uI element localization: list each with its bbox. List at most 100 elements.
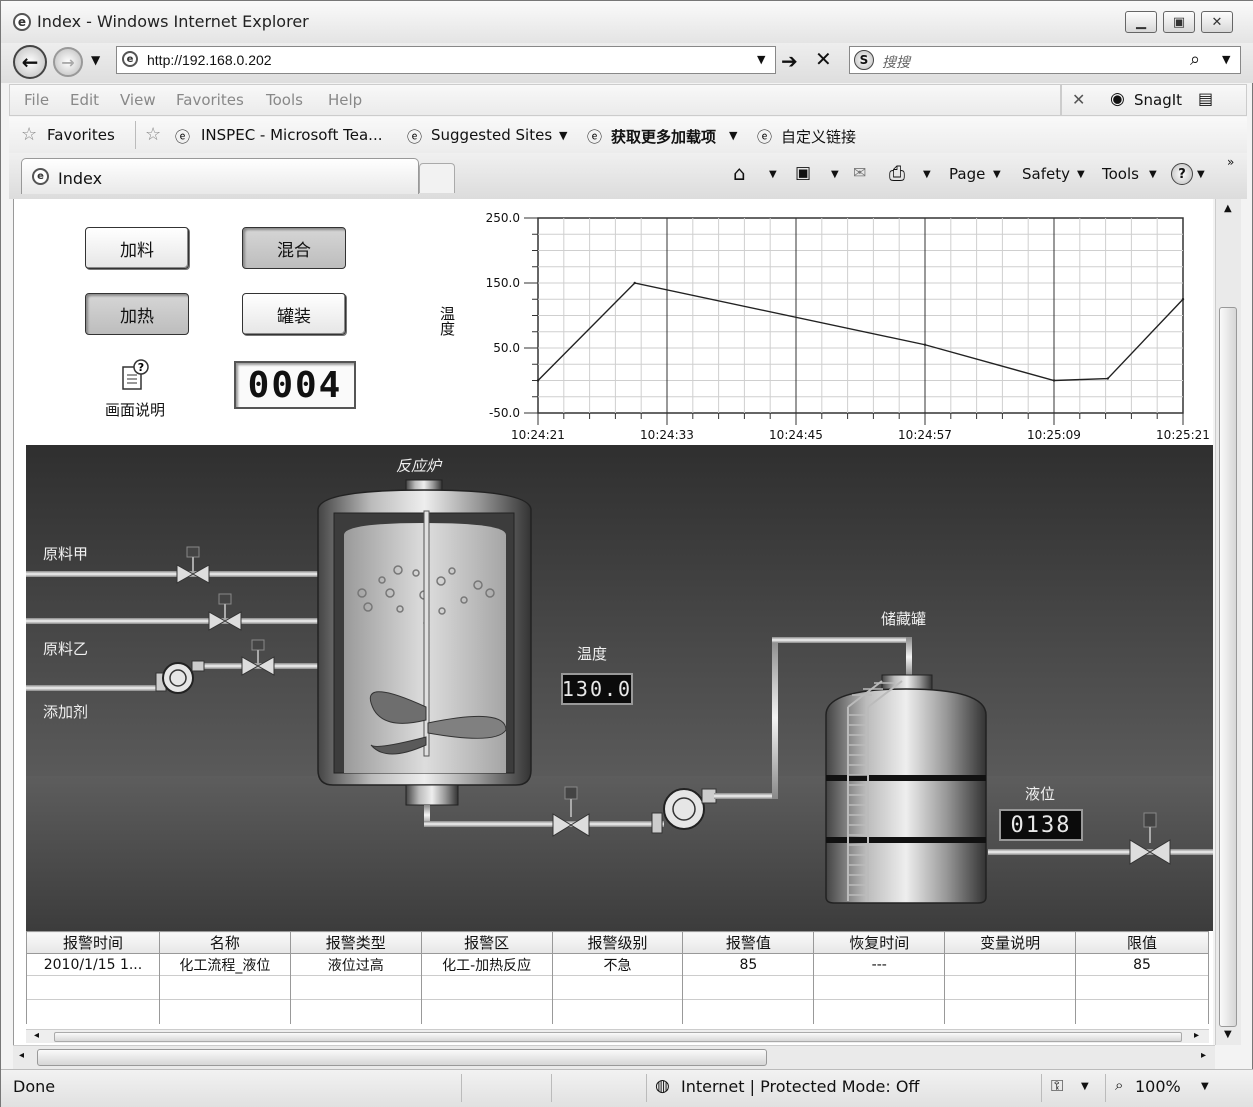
snagit-button[interactable]: SnagIt [1134,91,1182,109]
tab-bar: e Index ⌂ ▼ ▣ ▼ ✉ ⎙ ▼ Page ▼ Safety ▼ To… [9,153,1247,199]
print-icon[interactable]: ⎙ [889,161,905,185]
forward-button[interactable]: → [53,47,83,77]
close-button[interactable]: ✕ [1201,11,1233,33]
tab-index[interactable]: e Index [21,158,419,194]
chevron-down-icon[interactable]: ▼ [923,169,931,180]
menu-edit[interactable]: Edit [70,91,99,109]
more-commands-icon[interactable]: » [1227,155,1234,169]
home-icon[interactable]: ⌂ [733,161,746,185]
alarm-column-header[interactable]: 变量说明 [944,931,1077,954]
menu-tools[interactable]: Tools [266,91,303,109]
favorites-star-icon: ☆ [21,124,38,145]
chart-data-point [1181,298,1185,301]
custom-link-icon: ⓔ [757,128,773,146]
scroll-left-icon[interactable]: ◂ [34,1030,39,1041]
alarm-column-header[interactable]: 报警区 [420,931,553,954]
fill-button[interactable]: 罐装 [242,293,346,335]
alarm-column-header[interactable]: 名称 [158,931,291,954]
alarm-column-header[interactable]: 报警级别 [551,931,684,954]
chevron-down-icon[interactable]: ▼ [1149,169,1157,180]
feeds-icon[interactable]: ▣ [795,163,811,183]
add-favorite-icon[interactable]: ☆ [145,124,161,145]
additive-valve[interactable] [241,639,275,676]
scroll-right-icon[interactable]: ▸ [1201,1050,1206,1061]
close-toolbar-icon[interactable]: ✕ [1072,90,1085,109]
vertical-scroll-thumb[interactable] [1219,307,1237,1027]
minimize-button[interactable]: ▁ [1125,11,1157,33]
scroll-down-icon[interactable]: ▼ [1224,1029,1232,1040]
favorites-button[interactable]: Favorites [47,126,115,144]
additive-pump[interactable] [155,660,205,694]
alarm-column-header[interactable]: 报警类型 [289,931,422,954]
feed-b-valve[interactable] [208,593,242,631]
tools-menu[interactable]: Tools [1102,165,1139,183]
chevron-down-icon[interactable]: ▼ [1077,169,1085,180]
alarm-column-header[interactable]: 限值 [1075,931,1209,954]
help-document-icon[interactable]: ? [119,357,153,391]
menu-file[interactable]: File [24,91,49,109]
chevron-down-icon[interactable]: ▼ [729,129,737,142]
scroll-left-icon[interactable]: ◂ [19,1050,24,1061]
chart-x-tick-label: 10:24:57 [898,428,952,442]
mix-button[interactable]: 混合 [242,227,346,269]
alarm-row[interactable]: 2010/1/15 1... 化工流程_液位 液位过高 化工-加热反应 不急 85 --- 8… [26,953,1209,976]
horizontal-scroll-thumb[interactable] [37,1049,767,1066]
page-menu[interactable]: Page [949,165,985,183]
favorite-link-get-addons[interactable]: 获取更多加载项 [611,126,716,147]
maximize-button[interactable]: ▣ [1163,11,1195,33]
address-dropdown-icon[interactable]: ▼ [757,53,765,66]
safety-menu[interactable]: Safety [1022,165,1070,183]
menu-favorites[interactable]: Favorites [176,91,244,109]
alarm-column-header[interactable]: 恢复时间 [813,931,946,954]
favorite-link-inspec[interactable]: INSPEC - Microsoft Tea... [201,126,382,144]
chevron-down-icon[interactable]: ▼ [831,169,839,180]
transfer-pump[interactable] [651,788,717,834]
back-button[interactable]: ← [13,45,47,79]
chevron-down-icon[interactable]: ▼ [1081,1081,1089,1092]
vertical-scrollbar[interactable]: ▲ ▼ [1215,199,1241,1045]
heat-button[interactable]: 加热 [85,293,189,335]
storage-outlet-valve[interactable] [1129,812,1171,865]
alarm-cell [289,975,422,1000]
favorite-link-custom[interactable]: 自定义链接 [781,126,856,147]
scroll-up-icon[interactable]: ▲ [1224,203,1232,214]
table-horizontal-scrollbar[interactable]: ◂ ▸ [26,1029,1209,1043]
search-box[interactable]: S 搜搜 ⌕ ▼ [849,46,1241,74]
feed-a-label: 原料甲 [43,545,89,563]
menu-view[interactable]: View [120,91,156,109]
favorite-link-suggested-sites[interactable]: Suggested Sites [431,126,552,144]
table-scroll-thumb[interactable] [54,1032,1182,1042]
alarm-column-header[interactable]: 报警值 [682,931,815,954]
scroll-right-icon[interactable]: ▸ [1194,1030,1199,1041]
stop-icon[interactable]: ✕ [815,47,832,71]
address-input[interactable]: http://192.168.0.202 [147,52,272,68]
chevron-down-icon[interactable]: ▼ [559,129,567,142]
protected-mode-icon[interactable]: ⚿ [1051,1076,1063,1096]
alarm-cell: 2010/1/15 1... [26,953,160,976]
help-icon[interactable]: ? [1171,163,1193,185]
recent-pages-dropdown-icon[interactable]: ▼ [91,53,100,67]
zoom-level[interactable]: 100% [1135,1077,1181,1096]
read-mail-icon[interactable]: ✉ [853,163,866,182]
chevron-down-icon[interactable]: ▼ [993,169,1001,180]
outlet-valve[interactable] [552,786,590,837]
address-bar[interactable]: e http://192.168.0.202 ▼ [116,46,776,74]
alarm-column-header[interactable]: 报警时间 [26,931,160,954]
chevron-down-icon[interactable]: ▼ [1197,169,1205,180]
feed-button[interactable]: 加料 [85,227,189,269]
chevron-down-icon[interactable]: ▼ [769,169,777,180]
help-label[interactable]: 画面说明 [105,399,165,420]
new-tab-button[interactable] [419,163,455,193]
chevron-down-icon[interactable]: ▼ [1201,1081,1209,1092]
horizontal-scrollbar[interactable]: ◂ ▸ [13,1045,1215,1069]
transfer-pipe-1 [714,793,776,799]
security-zone[interactable]: Internet | Protected Mode: Off [681,1077,919,1096]
search-options-icon[interactable]: ▼ [1222,53,1230,66]
go-icon[interactable]: ➔ [781,49,798,73]
feed-a-valve[interactable] [176,546,210,584]
menu-help[interactable]: Help [328,91,362,109]
zoom-icon[interactable]: ⌕ [1115,1076,1123,1094]
reactor-label: 反应炉 [396,457,442,475]
snagit-edit-icon[interactable]: ▤ [1198,89,1213,108]
search-icon[interactable]: ⌕ [1190,49,1200,70]
